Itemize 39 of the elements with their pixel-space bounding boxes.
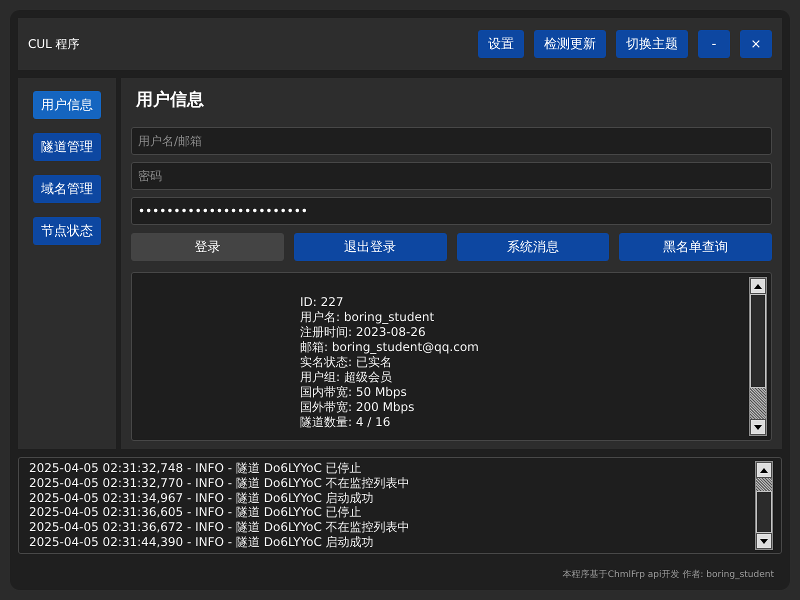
info-line: 邮箱: boring_student@qq.com: [300, 340, 480, 355]
info-line: 实名状态: 已实名: [300, 355, 393, 370]
input-field[interactable]: 用户名/邮箱: [131, 127, 772, 155]
log-line: 2025-04-05 02:31:36,605 - INFO - 隧道 Do6LYYoC 已停止: [29, 505, 363, 520]
log-line: 2025-04-05 02:31:44,390 - INFO - 隧道 Do6LYYoC 启动成功: [29, 534, 375, 550]
header-button[interactable]: 检测更新: [534, 30, 606, 58]
input-field[interactable]: 密码: [131, 162, 772, 190]
header-button[interactable]: ×: [740, 30, 772, 58]
log-line: 2025-04-05 02:31:32,748 - INFO - 隧道 Do6LYYoC 已停止: [29, 461, 363, 476]
info-line: 用户名: boring_student: [300, 310, 436, 325]
action-button[interactable]: 黑名单查询: [619, 233, 772, 261]
info-line: ID: 227: [300, 295, 345, 310]
footer-credit: 本程序基于ChmlFrp api开发 作者: boring_student: [562, 570, 774, 580]
log-line: 2025-04-05 02:31:34,967 - INFO - 隧道 Do6LYYoC 启动成功: [29, 490, 375, 506]
sidebar-item[interactable]: 用户信息: [33, 91, 101, 119]
scroll-up-icon[interactable]: [756, 462, 772, 478]
info-line: 用户组: 超级会员: [300, 370, 393, 385]
scroll-up-icon[interactable]: [750, 278, 766, 294]
sidebar-item[interactable]: 隧道管理: [33, 133, 101, 161]
section-heading: 用户信息: [136, 89, 205, 112]
header-button[interactable]: 设置: [478, 30, 524, 58]
action-button[interactable]: 退出登录: [294, 233, 446, 261]
sidebar-item[interactable]: 节点状态: [33, 217, 101, 245]
scroll-down-icon[interactable]: [750, 419, 766, 435]
window-title: CUL 程序: [28, 36, 80, 52]
header-button[interactable]: 切换主题: [616, 30, 688, 58]
info-line: 国内带宽: 50 Mbps: [300, 385, 408, 400]
sidebar-item[interactable]: 域名管理: [33, 175, 101, 203]
info-line: 隧道数量: 4 / 16: [300, 415, 392, 430]
scrollbar-thumb[interactable]: [750, 388, 766, 419]
info-line: 注册时间: 2023-08-26: [300, 325, 427, 340]
input-field[interactable]: ••••••••••••••••••••••••: [131, 197, 772, 225]
scroll-down-icon[interactable]: [756, 533, 772, 549]
log-line: 2025-04-05 02:31:32,770 - INFO - 隧道 Do6LYYoC 不在监控列表中: [29, 476, 411, 491]
log-line: 2025-04-05 02:31:36,672 - INFO - 隧道 Do6LYYoC 不在监控列表中: [29, 520, 411, 535]
header-button[interactable]: -: [698, 30, 730, 58]
scrollbar-thumb[interactable]: [756, 478, 772, 492]
action-button[interactable]: 系统消息: [456, 233, 610, 261]
info-line: 国外带宽: 200 Mbps: [300, 400, 416, 415]
